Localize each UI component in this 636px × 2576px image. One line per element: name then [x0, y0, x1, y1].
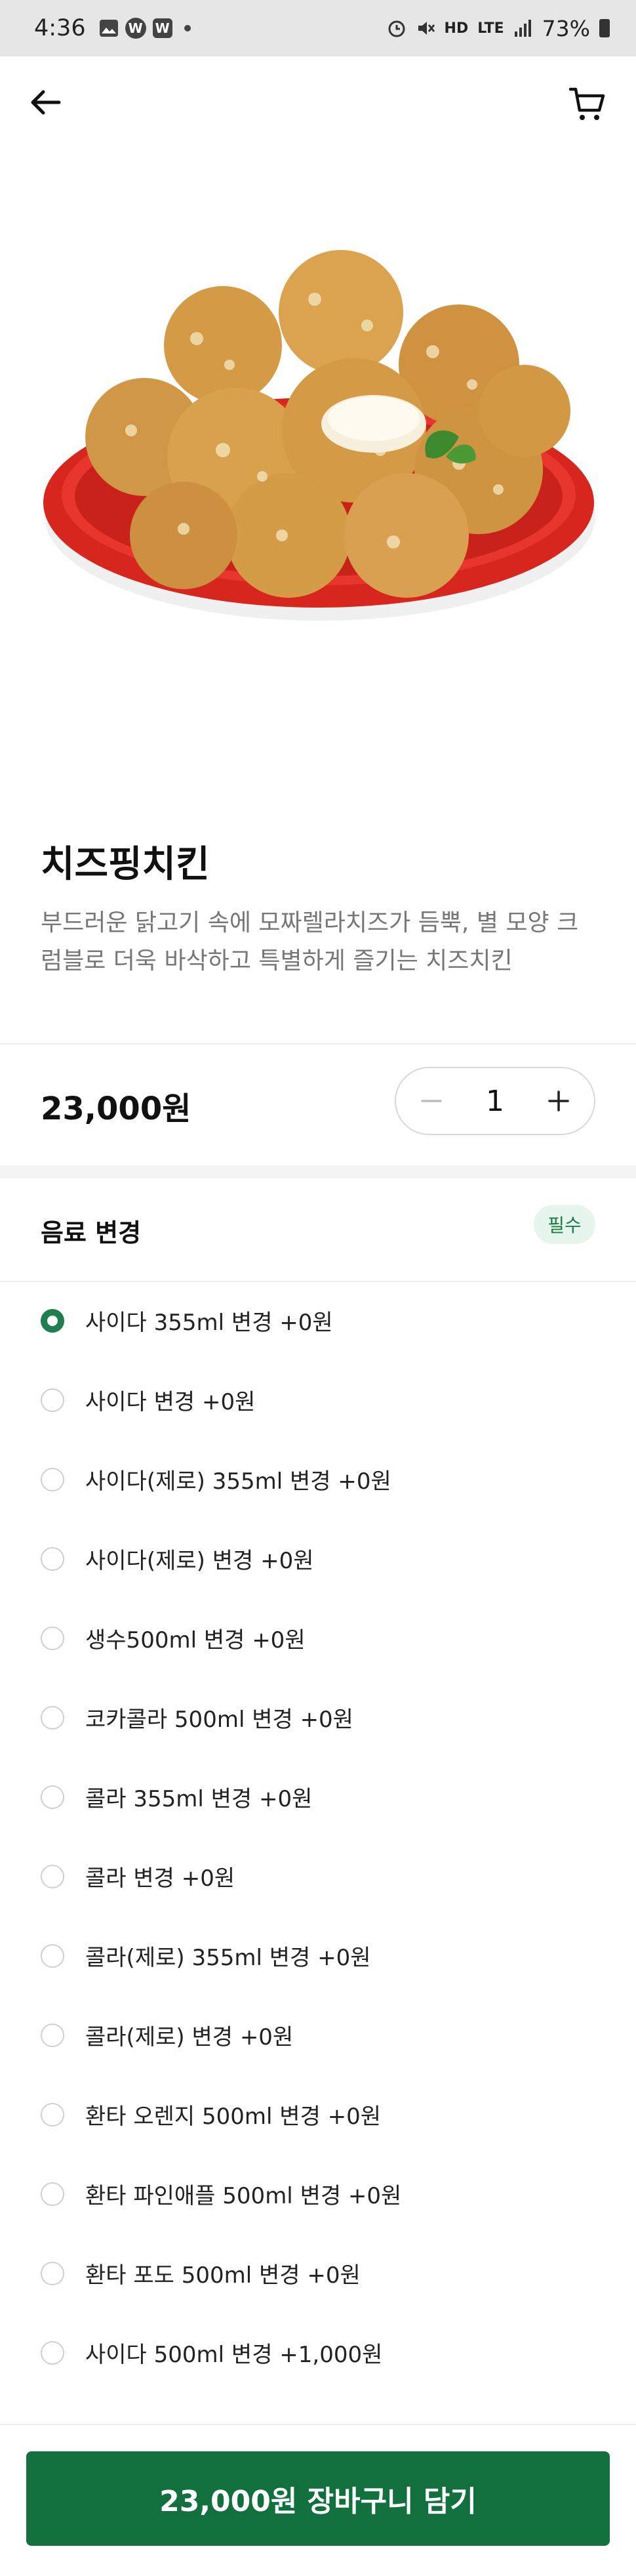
option-group-header: 음료 변경 필수	[0, 1178, 636, 1281]
option-item[interactable]: 사이다 355ml 변경 +0원	[0, 1281, 636, 1360]
option-item[interactable]: 콜라 355ml 변경 +0원	[0, 1757, 636, 1837]
radio-button[interactable]	[41, 1626, 64, 1650]
option-label: 사이다(제로) 변경 +0원	[85, 1548, 314, 1574]
option-item[interactable]: 콜라(제로) 355ml 변경 +0원	[0, 1916, 636, 1995]
option-item[interactable]: 콜라 변경 +0원	[0, 1837, 636, 1916]
option-label: 생수500ml 변경 +0원	[85, 1627, 306, 1653]
option-item[interactable]: 코카콜라 500ml 변경 +0원	[0, 1678, 636, 1757]
option-list: 사이다 355ml 변경 +0원사이다 변경 +0원사이다(제로) 355ml …	[0, 1281, 636, 2392]
radio-button[interactable]	[41, 1705, 64, 1730]
option-label: 콜라(제로) 355ml 변경 +0원	[85, 1945, 371, 1971]
radio-button[interactable]	[41, 1785, 64, 1809]
product-image	[43, 250, 595, 621]
option-item[interactable]: 생수500ml 변경 +0원	[0, 1598, 636, 1678]
plus-icon	[548, 1091, 569, 1111]
option-item[interactable]: 환타 파인애플 500ml 변경 +0원	[0, 2154, 636, 2233]
section-spacer	[0, 1165, 636, 1178]
arrow-left-icon[interactable]	[28, 84, 64, 121]
option-label: 환타 파인애플 500ml 변경 +0원	[85, 2183, 402, 2209]
product-price: 23,000원	[41, 1091, 191, 1127]
radio-button[interactable]	[41, 1943, 64, 1968]
required-badge: 필수	[534, 1205, 595, 1244]
status-time: 4:36	[34, 15, 86, 41]
radio-button[interactable]	[41, 2102, 64, 2127]
option-label: 환타 포도 500ml 변경 +0원	[85, 2262, 361, 2289]
battery-icon	[599, 19, 610, 37]
radio-button[interactable]	[41, 1864, 64, 1888]
option-item[interactable]: 환타 포도 500ml 변경 +0원	[0, 2233, 636, 2313]
option-item[interactable]: 사이다 500ml 변경 +1,000원	[0, 2313, 636, 2392]
calendar-icon: W	[152, 18, 172, 38]
radio-button[interactable]	[41, 1388, 64, 1412]
lte-icon: LTE	[477, 20, 504, 37]
decrease-button[interactable]	[416, 1085, 447, 1117]
top-nav	[0, 56, 636, 148]
option-label: 콜라 변경 +0원	[85, 1865, 235, 1892]
radio-button[interactable]	[41, 1308, 64, 1333]
option-group-title: 음료 변경	[41, 1218, 142, 1247]
image-icon	[99, 20, 118, 37]
cart-icon[interactable]	[568, 84, 607, 123]
option-label: 코카콜라 500ml 변경 +0원	[85, 1707, 353, 1733]
option-label: 사이다 500ml 변경 +1,000원	[85, 2342, 383, 2368]
add-to-cart-button[interactable]: 23,000원 장바구니 담기	[26, 2451, 610, 2546]
radio-button[interactable]	[41, 2182, 64, 2206]
radio-button[interactable]	[41, 1547, 64, 1571]
quantity-value: 1	[486, 1084, 504, 1118]
radio-button[interactable]	[41, 2261, 64, 2285]
status-bar: 4:36 W W HD LTE 73%	[0, 0, 636, 56]
price-row: 23,000원 1	[0, 1043, 636, 1161]
option-item[interactable]: 사이다 변경 +0원	[0, 1360, 636, 1440]
option-item[interactable]: 사이다(제로) 변경 +0원	[0, 1519, 636, 1598]
option-item[interactable]: 환타 오렌지 500ml 변경 +0원	[0, 2075, 636, 2154]
minus-icon	[421, 1100, 442, 1102]
product-title: 치즈핑치킨	[41, 843, 210, 886]
option-label: 콜라 355ml 변경 +0원	[85, 1786, 313, 1812]
option-label: 환타 오렌지 500ml 변경 +0원	[85, 2104, 382, 2130]
battery-percent: 73%	[542, 15, 590, 41]
bottom-bar: 23,000원 장바구니 담기	[0, 2424, 636, 2576]
quantity-stepper: 1	[395, 1067, 595, 1135]
radio-button[interactable]	[41, 1467, 64, 1491]
option-label: 사이다 변경 +0원	[85, 1389, 256, 1415]
option-label: 사이다 355ml 변경 +0원	[85, 1310, 333, 1336]
radio-button[interactable]	[41, 2340, 64, 2365]
increase-button[interactable]	[543, 1085, 574, 1117]
status-left-icons: W W	[99, 18, 191, 39]
signal-icon	[514, 20, 531, 37]
option-item[interactable]: 사이다(제로) 355ml 변경 +0원	[0, 1440, 636, 1519]
hd-voice-icon: HD	[444, 20, 469, 37]
w-app-icon: W	[125, 18, 146, 39]
status-right-icons: HD LTE 73%	[387, 16, 610, 41]
mute-icon	[418, 22, 435, 35]
option-item[interactable]: 콜라(제로) 변경 +0원	[0, 1995, 636, 2075]
radio-button[interactable]	[41, 2023, 64, 2047]
dot-icon	[184, 25, 191, 31]
product-description: 부드러운 닭고기 속에 모짜렐라치즈가 듬뿍, 별 모양 크럼블로 더욱 바삭하…	[41, 909, 579, 974]
option-label: 콜라(제로) 변경 +0원	[85, 2024, 294, 2050]
alarm-icon	[388, 20, 405, 37]
option-label: 사이다(제로) 355ml 변경 +0원	[85, 1468, 391, 1495]
